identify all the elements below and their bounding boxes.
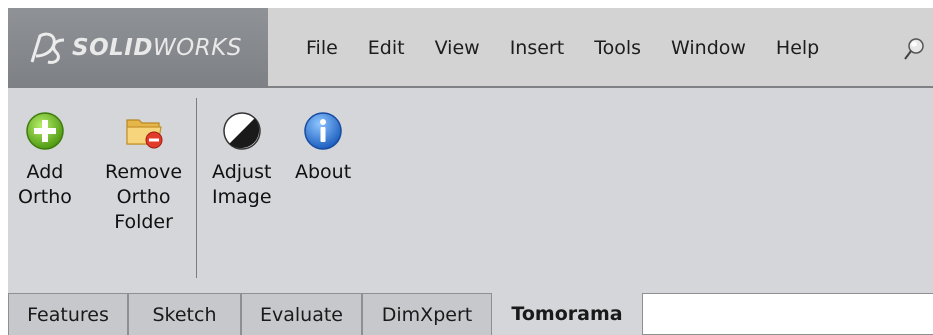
menu-tools[interactable]: Tools: [594, 37, 641, 59]
menu-bar: File Edit View Insert Tools Window Help: [268, 8, 849, 88]
tab-search-field[interactable]: [642, 293, 933, 335]
add-circle-icon: [26, 112, 64, 150]
ribbon-separator: [196, 98, 197, 278]
add-ortho-label: Add Ortho: [18, 161, 72, 208]
command-tabs: Features Sketch Evaluate DimXpert Tomora…: [8, 293, 933, 335]
tab-features[interactable]: Features: [8, 293, 128, 335]
logo-wordmark: SOLIDWORKS: [72, 35, 242, 61]
tab-tomorama[interactable]: Tomorama: [492, 293, 642, 335]
menu-view[interactable]: View: [435, 37, 480, 59]
tab-evaluate[interactable]: Evaluate: [241, 293, 362, 335]
solidworks-window: SOLIDWORKS File Edit View Insert Tools W…: [8, 8, 933, 335]
adjust-image-label: Adjust Image: [212, 161, 272, 208]
solidworks-logo[interactable]: SOLIDWORKS: [8, 8, 268, 88]
command-manager-ribbon: Add Ortho Remove Ortho Folder Adjust Ima…: [8, 90, 933, 293]
about-label: About: [295, 161, 352, 183]
ds-logo-icon: [30, 32, 65, 64]
contrast-icon: [223, 112, 261, 150]
folder-remove-icon: [125, 119, 163, 149]
adjust-image-button[interactable]: Adjust Image: [212, 110, 272, 210]
menu-window[interactable]: Window: [671, 37, 746, 59]
remove-ortho-folder-button[interactable]: Remove Ortho Folder: [105, 110, 182, 235]
info-icon: [304, 112, 342, 150]
menu-file[interactable]: File: [306, 37, 338, 59]
title-menu-bar: SOLIDWORKS File Edit View Insert Tools W…: [8, 8, 933, 88]
about-button[interactable]: About: [295, 110, 351, 185]
pushpin-icon[interactable]: [901, 36, 927, 62]
menu-insert[interactable]: Insert: [510, 37, 565, 59]
tab-sketch[interactable]: Sketch: [128, 293, 241, 335]
menu-edit[interactable]: Edit: [368, 37, 405, 59]
tab-dimxpert[interactable]: DimXpert: [362, 293, 492, 335]
remove-ortho-folder-label: Remove Ortho Folder: [105, 161, 183, 233]
menu-help[interactable]: Help: [776, 37, 819, 59]
add-ortho-button[interactable]: Add Ortho: [18, 110, 72, 210]
